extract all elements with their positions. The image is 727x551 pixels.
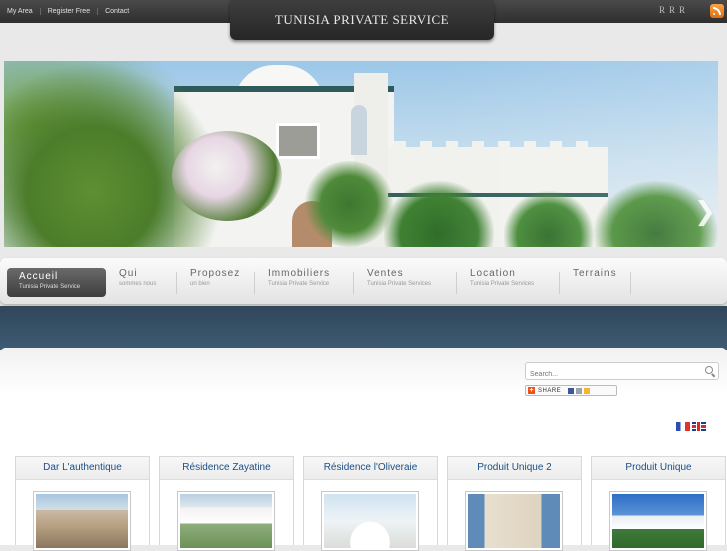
site-logo[interactable]: TUNISIA PRIVATE SERVICE [230,0,494,40]
social-icon [576,387,583,394]
nav-item-accueil[interactable]: Accueil Tunisia Private Service [7,268,106,297]
next-arrow-icon[interactable]: ❯ [694,197,716,227]
hero-overlay [4,61,718,247]
text-size-increase[interactable]: R [679,5,685,15]
card-title: Dar L'authentique [16,457,149,480]
nav-item-immobiliers[interactable]: Immobiliers Tunisia Private Service [268,268,330,298]
nav-item-subtitle: sommes nous [119,281,157,287]
social-icon [584,387,591,394]
card-title: Résidence Zayatine [160,457,293,480]
property-thumbnail[interactable] [321,491,419,551]
social-icons [568,387,591,394]
nav-item-subtitle: Tunisia Private Service [268,281,330,287]
nav-divider [254,272,255,294]
rss-icon[interactable] [710,4,724,18]
language-switcher [676,422,706,431]
property-card[interactable]: Produit Unique 2 [447,456,582,551]
nav-item-location[interactable]: Location Tunisia Private Services [470,268,534,298]
nav-divider [456,272,457,294]
nav-item-subtitle: Tunisia Private Service [19,284,81,290]
text-size-decrease[interactable]: R [659,5,665,15]
share-button[interactable]: + SHARE [525,385,617,396]
social-icon [568,387,575,394]
nav-item-qui[interactable]: Qui sommes nous [119,268,156,298]
nav-item-proposez[interactable]: Proposez un bien [190,268,240,298]
my-area-link[interactable]: My Area [0,8,40,15]
nav-divider [559,272,560,294]
property-thumbnail[interactable] [33,491,131,551]
register-free-link[interactable]: Register Free [39,8,97,15]
hero-slider: ❯ [4,61,718,247]
property-thumbnail[interactable] [177,491,275,551]
nav-divider [630,272,631,294]
share-plus-icon: + [528,387,535,394]
nav-item-title: Terrains [573,268,617,279]
nav-item-terrains[interactable]: Terrains [573,268,617,298]
nav-divider [353,272,354,294]
top-links: My Area Register Free Contact [0,0,136,23]
flag-fr-icon[interactable] [676,422,690,431]
nav-item-title: Immobiliers [268,268,331,279]
share-label: SHARE [538,387,562,394]
site-title: TUNISIA PRIVATE SERVICE [274,12,450,27]
text-size-controls: R R R [659,5,685,15]
flag-uk-icon[interactable] [692,422,706,431]
nav-divider [176,272,177,294]
property-card[interactable]: Résidence Zayatine [159,456,294,551]
nav-item-ventes[interactable]: Ventes Tunisia Private Services [367,268,431,298]
card-title: Résidence l'Oliveraie [304,457,437,480]
property-card[interactable]: Produit Unique [591,456,726,551]
nav-item-subtitle: un bien [190,281,210,287]
card-title: Produit Unique 2 [448,457,581,480]
nav-item-title: Accueil [19,271,59,282]
main-nav: Accueil Tunisia Private Service Qui somm… [0,258,727,304]
property-thumbnail[interactable] [465,491,563,551]
property-card[interactable]: Dar L'authentique [15,456,150,551]
nav-item-title: Qui [119,268,138,279]
property-thumbnail[interactable] [609,491,707,551]
nav-item-title: Proposez [190,268,241,279]
text-size-reset[interactable]: R [669,5,675,15]
nav-item-title: Ventes [367,268,404,279]
nav-item-title: Location [470,268,516,279]
search-icon[interactable] [705,366,713,374]
search-input[interactable] [526,366,704,383]
contact-link[interactable]: Contact [97,8,136,15]
nav-item-subtitle: Tunisia Private Services [470,281,535,287]
card-title: Produit Unique [592,457,725,480]
property-card[interactable]: Résidence l'Oliveraie [303,456,438,551]
search-box [525,362,719,383]
decorative-band [0,306,727,350]
nav-item-subtitle: Tunisia Private Services [367,281,432,287]
